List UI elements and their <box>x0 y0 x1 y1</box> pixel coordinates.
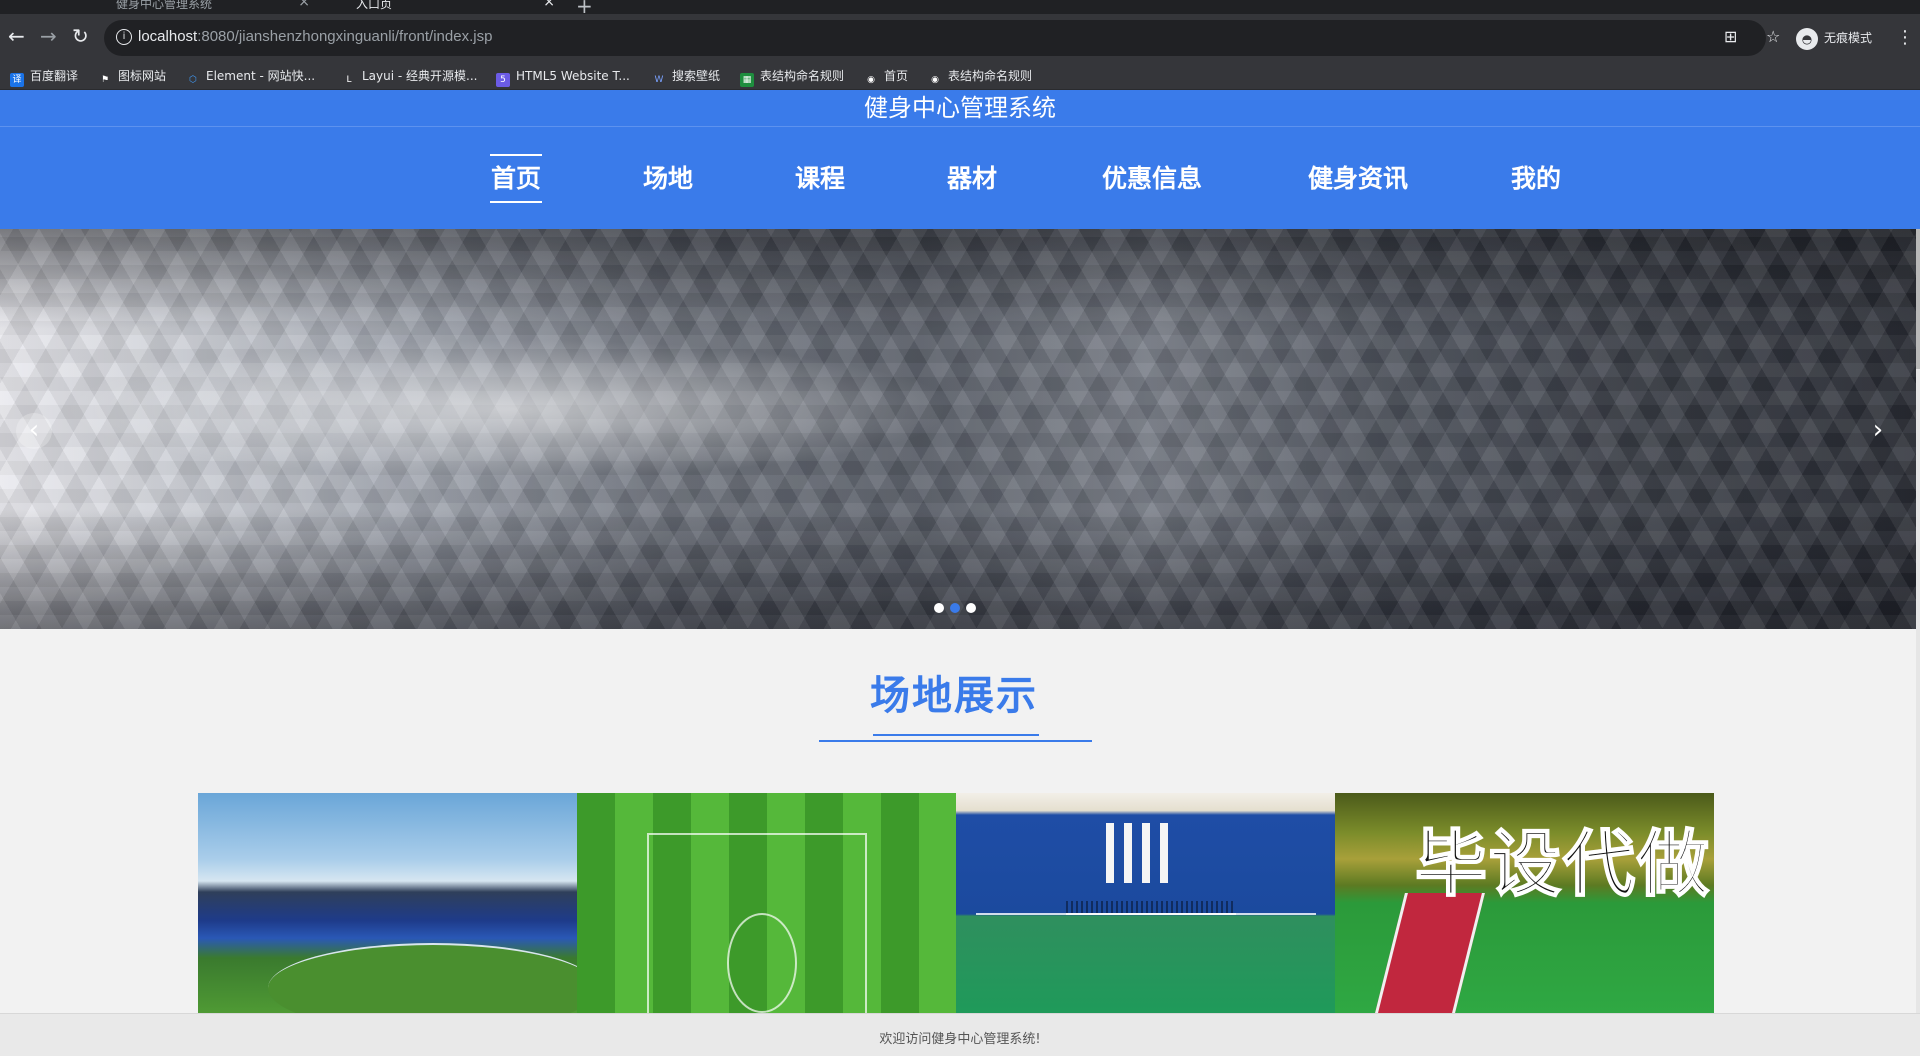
bookmark-item[interactable]: ◉ 表结构命名规则 <box>928 68 1032 87</box>
window-shape <box>1124 823 1132 883</box>
venue-image-running-track[interactable]: 毕设代做 <box>1335 793 1714 1013</box>
globe-icon: ◉ <box>867 75 875 85</box>
window-shape <box>1106 823 1114 883</box>
incognito-profile-button[interactable]: ◓ 无痕模式 <box>1796 24 1872 52</box>
page-footer: 欢迎访问健身中心管理系统! <box>0 1013 1920 1056</box>
nav-equipment[interactable]: 器材 <box>946 127 998 230</box>
hero-carousel[interactable]: ‹ › <box>0 229 1916 629</box>
nav-venue[interactable]: 场地 <box>642 127 694 230</box>
image-watermark: 毕设代做 <box>1414 821 1712 907</box>
pitch-circle <box>727 913 797 1013</box>
nav-course[interactable]: 课程 <box>794 127 846 230</box>
venue-gallery: 毕设代做 <box>198 793 1714 1013</box>
venue-image-stadium[interactable] <box>198 793 577 1013</box>
translate-icon[interactable]: ⊞ <box>1724 27 1737 46</box>
nav-fitness-news[interactable]: 健身资讯 <box>1305 127 1411 230</box>
browser-tab-1[interactable]: 健身中心管理系统 × <box>80 0 310 14</box>
star-icon[interactable]: ☆ <box>1766 27 1780 46</box>
bookmark-item[interactable]: ⬡ Element - 网站快... <box>186 68 315 87</box>
carousel-dot[interactable] <box>966 603 976 613</box>
bookmark-item[interactable]: ⚑ 图标网站 <box>98 68 166 87</box>
carousel-next-icon[interactable]: › <box>1860 413 1896 449</box>
close-icon[interactable]: × <box>543 0 555 9</box>
url-text[interactable]: localhost:8080/jianshenzhongxinguanli/fr… <box>138 28 492 45</box>
element-icon: ⬡ <box>189 75 197 85</box>
pitch-shape <box>268 943 577 1013</box>
carousel-dot-active[interactable] <box>950 603 960 613</box>
baidu-translate-icon: 译 <box>10 73 24 87</box>
tab-title: 入口页 <box>356 0 393 11</box>
scrollbar-thumb[interactable] <box>1916 229 1920 369</box>
site-title: 健身中心管理系统 <box>0 90 1920 126</box>
wallpaper-icon: W <box>654 75 664 85</box>
close-icon[interactable]: × <box>298 0 310 9</box>
bookmark-item[interactable]: L Layui - 经典开源模... <box>342 68 477 87</box>
window-shape <box>1142 823 1150 883</box>
bookmark-item[interactable]: ▦ 表结构命名规则 <box>740 68 844 87</box>
forward-icon[interactable]: → <box>40 24 57 48</box>
venue-image-turf[interactable] <box>577 793 956 1013</box>
tab-title: 健身中心管理系统 <box>116 0 213 11</box>
browser-tab-strip: 健身中心管理系统 × 入口页 × + <box>0 0 1920 18</box>
title-underline <box>819 740 1092 742</box>
bookmark-item[interactable]: 译百度翻译 <box>10 68 78 87</box>
page-viewport: 健身中心管理系统 首页 场地 课程 器材 优惠信息 健身资讯 我的 ‹ › 场地… <box>0 90 1920 1056</box>
incognito-icon: ◓ <box>1796 27 1818 50</box>
html5-icon: 5 <box>496 73 510 87</box>
reload-icon[interactable]: ↻ <box>72 24 89 48</box>
address-bar[interactable]: i localhost:8080/jianshenzhongxinguanli/… <box>104 20 1780 56</box>
nav-mine[interactable]: 我的 <box>1510 127 1562 230</box>
globe-icon: ◉ <box>931 75 939 85</box>
bookmark-item[interactable]: 5 HTML5 Website T... <box>496 68 630 87</box>
carousel-dot[interactable] <box>934 603 944 613</box>
section-title: 场地展示 <box>870 673 1038 719</box>
sheet-icon: ▦ <box>740 73 754 87</box>
window-shape <box>1160 823 1168 883</box>
browser-tab-2[interactable]: 入口页 × <box>330 0 555 14</box>
nav-home[interactable]: 首页 <box>490 127 542 230</box>
track-lane <box>1365 893 1485 1013</box>
profile-label: 无痕模式 <box>1824 31 1873 45</box>
bookmarks-bar: 译百度翻译 ⚑ 图标网站 ⬡ Element - 网站快... L Layui - 经… <box>0 62 1920 90</box>
back-icon[interactable]: ← <box>8 24 25 48</box>
carousel-indicators <box>934 598 982 613</box>
title-underline <box>873 734 1039 736</box>
page-scrollbar[interactable] <box>1916 229 1920 1056</box>
browser-menu-icon[interactable]: ⋮ <box>1896 24 1914 52</box>
court-lines <box>976 913 1316 1013</box>
bookmark-item[interactable]: ◉ 首页 <box>864 68 908 87</box>
info-icon[interactable]: i <box>116 29 132 45</box>
banner-highlight <box>60 339 960 479</box>
bookmark-item[interactable]: W 搜索壁纸 <box>652 68 720 87</box>
browser-toolbar: ← → ↻ i localhost:8080/jianshenzhongxing… <box>0 14 1920 62</box>
carousel-prev-icon[interactable]: ‹ <box>16 413 52 449</box>
main-nav: 首页 场地 课程 器材 优惠信息 健身资讯 我的 <box>0 126 1920 229</box>
layui-icon: L <box>346 75 352 85</box>
flag-icon: ⚑ <box>100 75 110 85</box>
nav-promotions[interactable]: 优惠信息 <box>1099 127 1205 230</box>
venue-image-badminton-hall[interactable] <box>956 793 1335 1013</box>
